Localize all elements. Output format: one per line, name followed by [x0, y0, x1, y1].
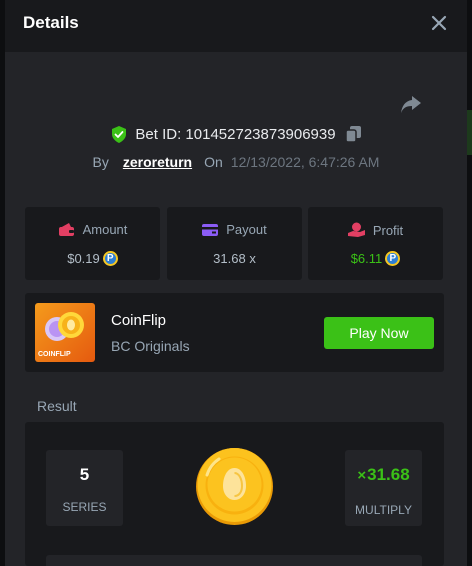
result-panel: 5 SERIES ×31.68 MULTIPLY — [25, 422, 444, 566]
series-box: 5 SERIES — [46, 450, 123, 526]
card-icon — [202, 223, 219, 236]
currency-coin-icon — [385, 251, 401, 266]
multiply-prefix: × — [357, 467, 367, 484]
multiply-value-row: ×31.68 — [345, 465, 422, 485]
bet-id: Bet ID: 101452723873906939 — [135, 125, 336, 143]
dialog-header: Details — [5, 0, 467, 52]
username-link[interactable]: zeroreturn — [123, 154, 192, 170]
details-dialog: Details Bet ID: 101452723873906939 By ze… — [5, 0, 467, 566]
amount-label: Amount — [82, 222, 128, 237]
by-label: By — [92, 154, 109, 170]
bet-meta-row: By zeroreturn On 12/13/2022, 6:47:26 AM — [5, 152, 467, 172]
game-card: COINFLIP CoinFlip BC Originals Play Now — [25, 293, 444, 372]
coinflip-thumbnail[interactable]: COINFLIP — [35, 303, 95, 362]
bet-id-row: Bet ID: 101452723873906939 — [5, 124, 467, 144]
stat-amount: Amount $0.19 — [25, 207, 160, 280]
stat-payout: Payout 31.68 x — [167, 207, 302, 280]
game-provider: BC Originals — [111, 338, 190, 354]
game-name[interactable]: CoinFlip — [111, 312, 166, 329]
gold-coin-icon — [195, 447, 274, 526]
thumbnail-label: COINFLIP — [38, 351, 71, 358]
profit-value: $6.11 — [350, 251, 383, 266]
stat-profit: Profit $6.11 — [308, 207, 443, 280]
result-heading: Result — [37, 398, 77, 414]
series-label: SERIES — [62, 500, 107, 514]
backdrop-right — [467, 0, 472, 566]
profit-label: Profit — [372, 222, 404, 238]
wallet-icon — [58, 223, 74, 236]
amount-value: $0.19 — [67, 251, 100, 266]
payout-value: 31.68 x — [213, 251, 256, 266]
verified-shield-icon — [111, 125, 127, 143]
multiply-box: ×31.68 MULTIPLY — [345, 450, 422, 526]
result-footer-bar — [46, 555, 422, 566]
series-value: 5 — [79, 465, 90, 484]
currency-coin-icon — [102, 251, 118, 266]
close-icon[interactable] — [429, 13, 449, 33]
dialog-title: Details — [23, 13, 79, 32]
backdrop-green-accent — [467, 110, 472, 155]
share-icon[interactable] — [400, 94, 422, 114]
hand-coin-icon — [347, 222, 365, 237]
payout-label: Payout — [226, 222, 267, 237]
multiply-value: 31.68 — [367, 465, 410, 484]
on-label: On — [204, 154, 223, 170]
copy-icon[interactable] — [344, 126, 361, 143]
play-now-button[interactable]: Play Now — [324, 317, 434, 349]
multiply-label: MULTIPLY — [355, 503, 412, 517]
bet-datetime: 12/13/2022, 6:47:26 AM — [230, 154, 380, 170]
